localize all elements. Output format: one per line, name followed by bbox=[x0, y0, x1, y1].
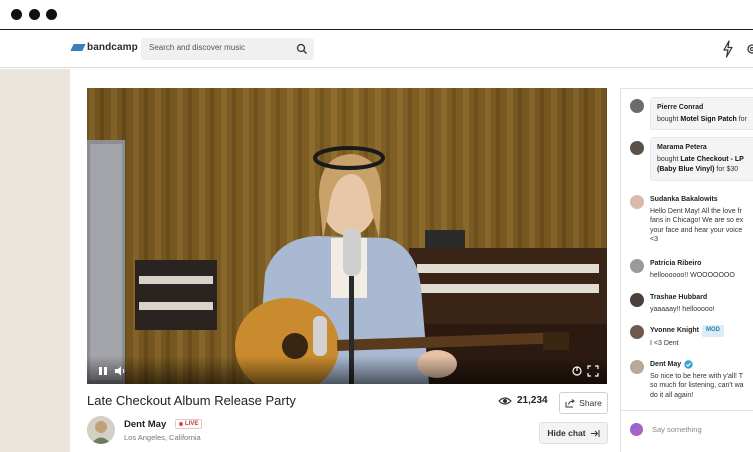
chat-input[interactable]: Say something bbox=[621, 410, 753, 452]
hide-chat-label: Hide chat bbox=[547, 428, 586, 438]
purchase-verb: bought bbox=[657, 156, 679, 163]
share-label: Share bbox=[579, 398, 602, 408]
chat-message: Sudanka Bakalowits Hello Dent May! All t… bbox=[650, 195, 753, 245]
video-player[interactable] bbox=[87, 88, 607, 384]
bandcamp-logo[interactable]: bandcamp bbox=[70, 42, 138, 53]
stream-video-frame bbox=[87, 88, 607, 384]
chat-message-text: fans in Chicago! We are so ex bbox=[650, 217, 744, 224]
bolt-icon[interactable] bbox=[721, 40, 735, 58]
page-background-left bbox=[0, 69, 70, 452]
chat-panel: Pierre Conrad bought Motel Sign Patch fo… bbox=[620, 88, 753, 452]
search-placeholder: Search and discover music bbox=[149, 43, 246, 52]
current-user-avatar bbox=[630, 423, 643, 436]
artist-avatar[interactable] bbox=[87, 416, 115, 444]
purchase-verb: bought bbox=[657, 116, 679, 123]
purchase-item[interactable]: Motel Sign Patch bbox=[680, 116, 736, 123]
share-icon bbox=[565, 398, 575, 407]
chat-message-text: So nice to be here with y'all! T bbox=[650, 372, 744, 380]
chat-input-placeholder: Say something bbox=[652, 425, 702, 434]
hide-chat-button[interactable]: Hide chat bbox=[539, 422, 608, 444]
chat-avatar bbox=[630, 195, 644, 209]
purchase-user-name: Marama Petera bbox=[657, 144, 707, 151]
chat-user-name[interactable]: Patricia Ribeiro bbox=[650, 259, 701, 269]
chat-message-text: <3 bbox=[650, 236, 658, 243]
purchase-suffix: for bbox=[738, 116, 747, 123]
search-input[interactable]: Search and discover music bbox=[141, 38, 314, 60]
chat-avatar bbox=[630, 360, 644, 374]
chat-message: Dent May So nice to be here with y'all! … bbox=[650, 360, 753, 400]
window-maximize-button[interactable] bbox=[46, 9, 57, 20]
chat-message-text: your face and hear your voice bbox=[650, 226, 743, 234]
chat-avatar bbox=[630, 259, 644, 273]
window-close-button[interactable] bbox=[11, 9, 22, 20]
chat-message-text: so much for listening, can't wa bbox=[650, 382, 744, 389]
chat-message: Yvonne Knight MOD I <3 Dent bbox=[650, 325, 753, 348]
gear-icon[interactable] bbox=[745, 40, 753, 58]
verified-icon bbox=[684, 360, 693, 369]
chat-user-name[interactable]: Trashae Hubbard bbox=[650, 293, 707, 303]
chat-user-name[interactable]: Sudanka Bakalowits bbox=[650, 195, 718, 205]
live-dot-icon bbox=[179, 422, 183, 426]
purchase-line: bought Motel Sign Patch for bbox=[657, 115, 753, 125]
purchase-item-variant[interactable]: (Baby Blue Vinyl) bbox=[657, 166, 714, 173]
artist-location: Los Angeles, California bbox=[124, 433, 201, 442]
search-icon[interactable] bbox=[296, 43, 308, 55]
window-minimize-button[interactable] bbox=[29, 9, 40, 20]
airplay-icon[interactable] bbox=[571, 365, 583, 377]
share-button[interactable]: Share bbox=[559, 392, 608, 414]
purchase-card: Marama Petera bought Late Checkout - LP … bbox=[650, 137, 753, 181]
artist-avatar-image bbox=[87, 416, 115, 444]
fullscreen-icon[interactable] bbox=[587, 365, 599, 377]
purchase-line: bought Late Checkout - LP bbox=[657, 155, 753, 165]
bandcamp-logo-mark bbox=[70, 44, 86, 51]
stream-title: Late Checkout Album Release Party bbox=[87, 393, 296, 408]
chat-user-name[interactable]: Yvonne Knight bbox=[650, 326, 699, 336]
site-header: bandcamp Search and discover music bbox=[0, 31, 753, 68]
chat-message-text: I <3 Dent bbox=[650, 339, 679, 347]
chat-message-text: helloooooo!! WOOOOOOO bbox=[650, 271, 735, 279]
eye-icon bbox=[498, 396, 512, 405]
chat-avatar bbox=[630, 293, 644, 307]
chat-avatar bbox=[630, 325, 644, 339]
live-badge: LIVE bbox=[175, 419, 203, 429]
purchase-suffix: for $30 bbox=[716, 166, 739, 173]
collapse-right-icon bbox=[590, 429, 600, 437]
viewer-count-value: 21,234 bbox=[517, 395, 548, 406]
chat-avatar bbox=[630, 99, 644, 113]
mod-badge: MOD bbox=[702, 325, 724, 337]
live-label: LIVE bbox=[185, 421, 199, 427]
purchase-line: (Baby Blue Vinyl) for $30 bbox=[657, 165, 753, 175]
video-controls-bar bbox=[87, 356, 607, 384]
volume-icon[interactable] bbox=[114, 365, 126, 377]
artist-name[interactable]: Dent May bbox=[124, 419, 166, 430]
purchase-user-name: Pierre Conrad bbox=[657, 104, 704, 111]
chat-user-name[interactable]: Dent May bbox=[650, 360, 681, 370]
chat-avatar bbox=[630, 141, 644, 155]
window-titlebar bbox=[0, 0, 753, 30]
chat-message: Trashae Hubbard yaaaaay!! hellooooo! bbox=[650, 293, 753, 314]
chat-message-text: do it all again! bbox=[650, 391, 694, 399]
pause-icon[interactable] bbox=[97, 365, 109, 377]
chat-message-text: Hello Dent May! All the love fr bbox=[650, 207, 742, 215]
purchase-card: Pierre Conrad bought Motel Sign Patch fo… bbox=[650, 97, 753, 130]
bandcamp-logo-text: bandcamp bbox=[87, 42, 138, 53]
chat-message-text: yaaaaay!! hellooooo! bbox=[650, 305, 715, 313]
viewer-count: 21,234 bbox=[498, 395, 548, 406]
purchase-item[interactable]: Late Checkout - LP bbox=[680, 156, 743, 163]
chat-message: Patricia Ribeiro helloooooo!! WOOOOOOO bbox=[650, 259, 753, 280]
